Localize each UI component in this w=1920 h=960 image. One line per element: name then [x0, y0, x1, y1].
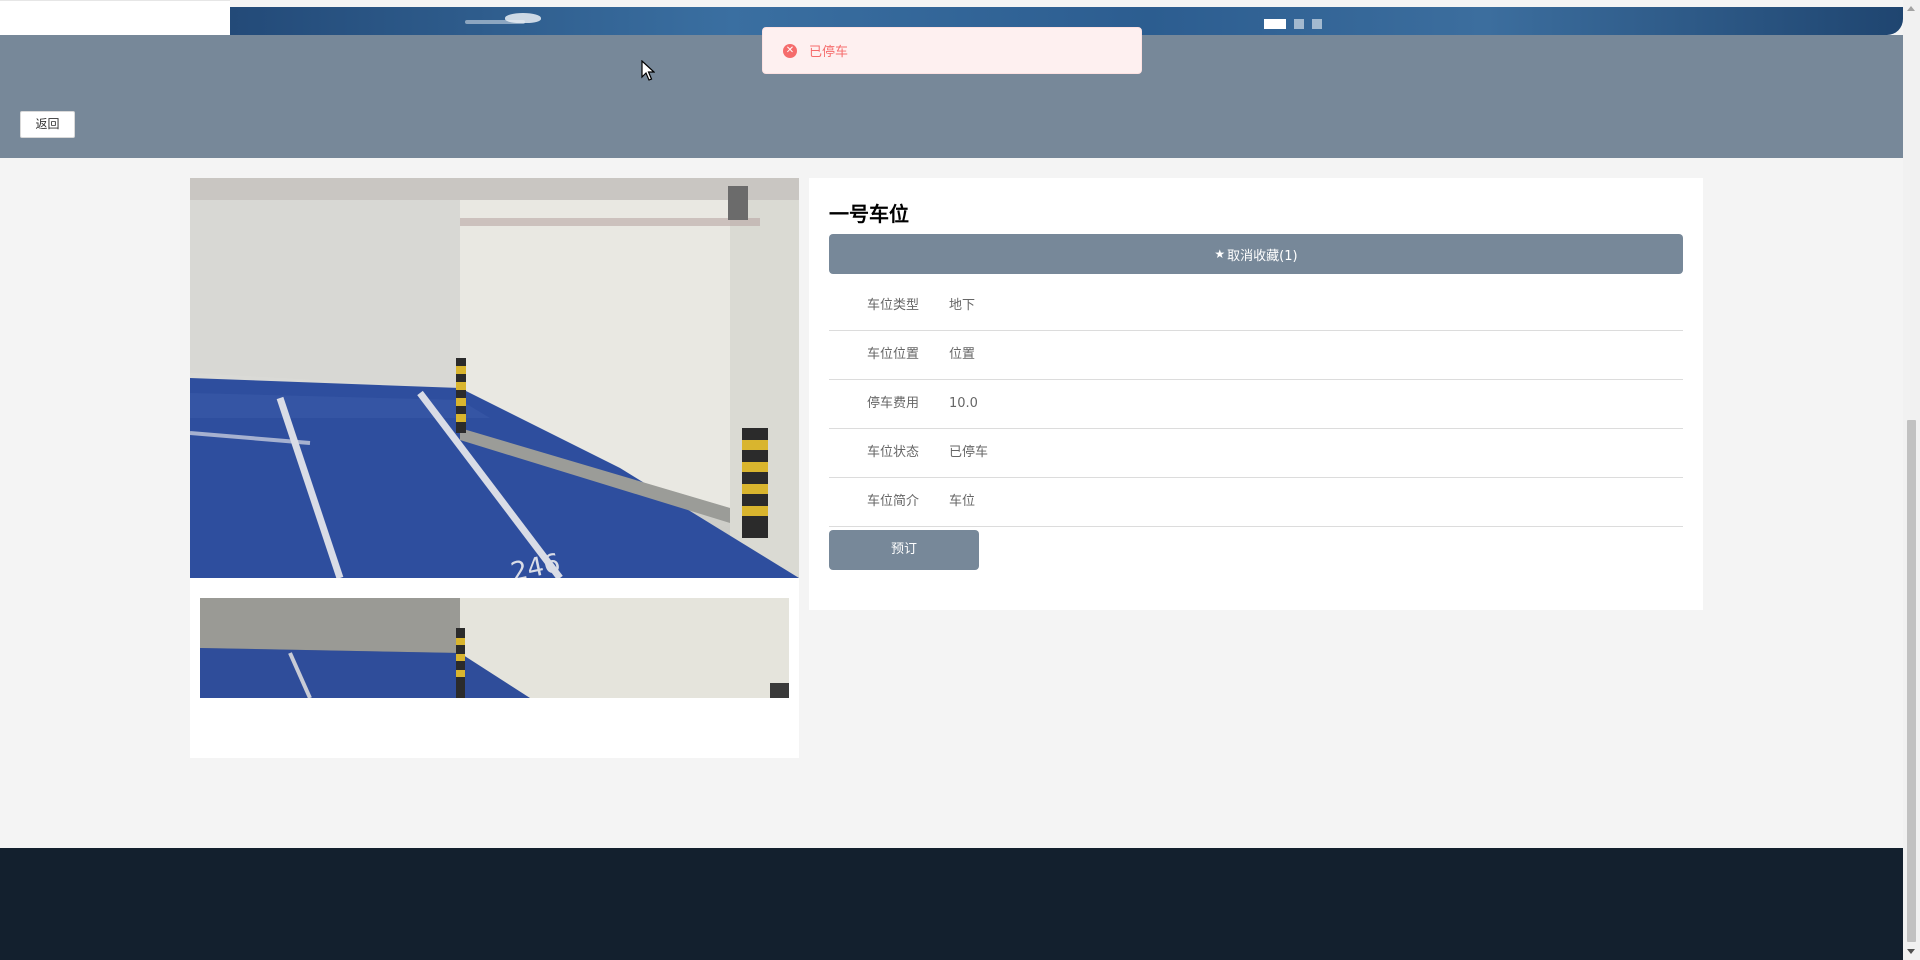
back-button[interactable]: 返回: [20, 111, 75, 138]
field-value: 位置: [949, 347, 976, 362]
toast-text: 已停车: [809, 45, 849, 60]
star-icon: ★: [1214, 247, 1226, 261]
unfavorite-button[interactable]: ★ 取消收藏(1): [829, 234, 1683, 274]
book-button[interactable]: 预订: [829, 530, 979, 570]
scroll-up-arrow-icon[interactable]: [1907, 6, 1915, 11]
parking-info-panel: 一号车位 ★ 取消收藏(1) 车位类型 地下 车位位置 位置 停车费用 10.0…: [809, 178, 1703, 610]
vertical-scrollbar[interactable]: [1903, 0, 1920, 960]
field-value: 地下: [949, 298, 976, 313]
toast-message: ✕ 已停车: [762, 27, 1142, 74]
field-label: 车位状态: [866, 445, 919, 460]
page-title: 一号车位: [829, 202, 909, 226]
mouse-cursor-icon: [641, 60, 655, 81]
field-label: 车位位置: [866, 347, 919, 362]
field-value: 10.0: [949, 396, 978, 411]
error-circle-icon: ✕: [783, 43, 797, 58]
field-row-status: 车位状态 已停车: [829, 428, 1683, 478]
scrollbar-thumb[interactable]: [1907, 420, 1916, 942]
top-white-strip: [0, 0, 230, 36]
field-row-location: 车位位置 位置: [829, 330, 1683, 380]
field-value: 已停车: [949, 445, 989, 460]
field-row-fee: 停车费用 10.0: [829, 379, 1683, 429]
field-row-type: 车位类型 地下: [829, 281, 1683, 331]
page: 返回 246 一号车位 ★ 取消收藏(1) 车位类型 地下 车位位置 位置 停车…: [0, 0, 1903, 960]
field-row-intro: 车位简介 车位: [829, 477, 1683, 527]
carousel-dot-1[interactable]: [1264, 19, 1286, 29]
carousel-indicators: [1264, 19, 1322, 29]
parking-main-photo[interactable]: 246: [190, 178, 799, 578]
photo-gallery: 246: [190, 178, 799, 758]
footer: [0, 848, 1903, 960]
carousel-dot-2[interactable]: [1294, 19, 1304, 29]
parking-photo-illustration: 246: [190, 178, 799, 578]
field-label: 车位简介: [866, 494, 919, 509]
boat-image: [505, 13, 541, 23]
field-value: 车位: [949, 494, 976, 509]
parking-thumbnail[interactable]: [200, 598, 789, 698]
field-label: 停车费用: [866, 396, 919, 411]
thumbnail-illustration: [200, 598, 789, 698]
field-label: 车位类型: [866, 298, 919, 313]
unfavorite-label: 取消收藏(1): [1227, 248, 1298, 264]
scroll-down-arrow-icon[interactable]: [1907, 949, 1915, 954]
carousel-dot-3[interactable]: [1312, 19, 1322, 29]
